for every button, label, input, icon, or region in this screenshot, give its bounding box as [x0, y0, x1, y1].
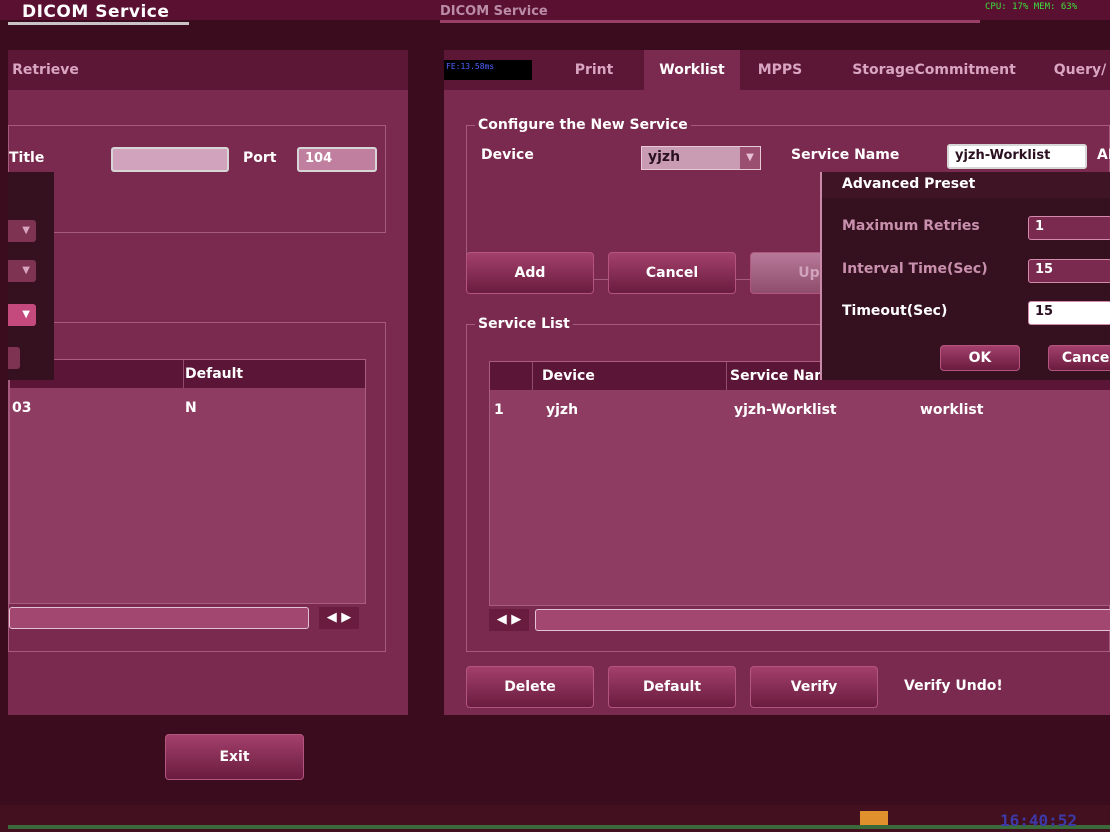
- verify-status: Verify Undo!: [904, 678, 1003, 694]
- row-device: yjzh: [546, 402, 579, 418]
- port-input[interactable]: 104: [297, 147, 377, 172]
- window-title-right: DICOM Service: [440, 4, 548, 19]
- add-button[interactable]: Add: [466, 252, 594, 294]
- left-list-group: Default 03 N ◀ ▶: [8, 322, 386, 652]
- scroll-track[interactable]: [535, 609, 1110, 631]
- divider: [440, 20, 980, 23]
- max-retries-input[interactable]: 1: [1028, 216, 1110, 240]
- tray-icon[interactable]: [860, 811, 888, 825]
- device-value: yjzh: [648, 149, 681, 165]
- configure-legend: Configure the New Service: [475, 117, 691, 133]
- row-type: worklist: [920, 402, 984, 418]
- col-service-name: Service Nam: [730, 368, 829, 384]
- port-label: Port: [243, 150, 277, 166]
- popup-title: Advanced Preset: [822, 172, 1110, 198]
- title-label: Title: [9, 150, 45, 166]
- tab-query[interactable]: Query/: [1040, 50, 1110, 90]
- service-name-input[interactable]: yjzh-Worklist: [947, 144, 1087, 169]
- tab-storagecommitment[interactable]: StorageCommitment: [839, 50, 1029, 90]
- timeout-input[interactable]: 15: [1028, 301, 1110, 325]
- scroll-track[interactable]: [9, 607, 309, 629]
- default-button[interactable]: Default: [608, 666, 736, 708]
- chevron-down-icon[interactable]: ▼: [8, 260, 36, 282]
- col-divider: [726, 362, 727, 390]
- row-number: 1: [494, 402, 504, 418]
- tab-mpps[interactable]: MPPS: [740, 50, 820, 90]
- window-title-left: DICOM Service: [7, 2, 190, 25]
- left-row-default: N: [185, 400, 197, 416]
- scroll-arrows-icon[interactable]: ◀ ▶: [489, 609, 529, 631]
- verify-button[interactable]: Verify: [750, 666, 878, 708]
- title-input[interactable]: [111, 147, 229, 172]
- menu-button[interactable]: [8, 347, 20, 369]
- cpu-mem-readout: CPU: 17% MEM: 63%: [985, 2, 1078, 12]
- timeout-label: Timeout(Sec): [842, 303, 948, 319]
- chevron-down-icon[interactable]: ▼: [8, 220, 36, 242]
- chevron-down-icon[interactable]: ▼: [8, 304, 36, 326]
- left-table: Default 03 N: [9, 359, 366, 604]
- tab-retrieve[interactable]: Retrieve: [8, 50, 83, 90]
- clock: 16:40:52: [1000, 811, 1078, 830]
- chevron-down-icon: ▼: [740, 147, 760, 169]
- row-service-name: yjzh-Worklist: [734, 402, 837, 418]
- service-table: Device Service Nam 1 yjzh yjzh-Worklist …: [489, 361, 1110, 606]
- service-list-legend: Service List: [475, 316, 573, 332]
- fe-readout: FE:13.58ms: [444, 60, 532, 80]
- delete-button[interactable]: Delete: [466, 666, 594, 708]
- cancel-button[interactable]: Cancel: [608, 252, 736, 294]
- max-retries-label: Maximum Retries: [842, 218, 980, 234]
- col-divider: [183, 360, 184, 388]
- scroll-arrows-icon[interactable]: ◀ ▶: [319, 607, 359, 629]
- left-hscroll[interactable]: ◀ ▶: [9, 607, 366, 629]
- interval-input[interactable]: 15: [1028, 259, 1110, 283]
- exit-button[interactable]: Exit: [165, 734, 304, 780]
- col-divider: [532, 362, 533, 390]
- advanced-preset-dialog: Advanced Preset Maximum Retries 1 Interv…: [820, 172, 1110, 380]
- device-label: Device: [481, 147, 534, 163]
- left-dropdown-menu: ▼ ▼ ▼: [8, 172, 54, 380]
- left-dialog: Retrieve Title Port 104 Default 03 N ◀ ▶: [8, 50, 408, 715]
- tab-worklist[interactable]: Worklist: [644, 50, 740, 90]
- service-hscroll[interactable]: ◀ ▶: [489, 609, 1110, 631]
- ok-button[interactable]: OK: [940, 345, 1020, 371]
- interval-label: Interval Time(Sec): [842, 261, 988, 277]
- title-bar: DICOM Service DICOM Service CPU: 17% MEM…: [0, 0, 1110, 25]
- tab-print[interactable]: Print: [554, 50, 634, 90]
- ae-label: AE: [1097, 147, 1110, 163]
- col-device: Device: [542, 368, 595, 384]
- popup-cancel-button[interactable]: Cancel: [1048, 345, 1110, 371]
- left-config-group: Title Port 104: [8, 125, 386, 233]
- right-dialog: Print Worklist MPPS StorageCommitment Qu…: [444, 50, 1110, 715]
- left-table-header: Default: [10, 360, 365, 388]
- left-tab-row: Retrieve: [8, 50, 408, 90]
- service-name-label: Service Name: [791, 147, 900, 163]
- device-dropdown[interactable]: yjzh ▼: [641, 146, 761, 170]
- right-tab-row: Print Worklist MPPS StorageCommitment Qu…: [444, 50, 1110, 90]
- left-row-id: 03: [12, 400, 32, 416]
- col-default: Default: [185, 366, 244, 382]
- taskbar-line: [8, 825, 1110, 829]
